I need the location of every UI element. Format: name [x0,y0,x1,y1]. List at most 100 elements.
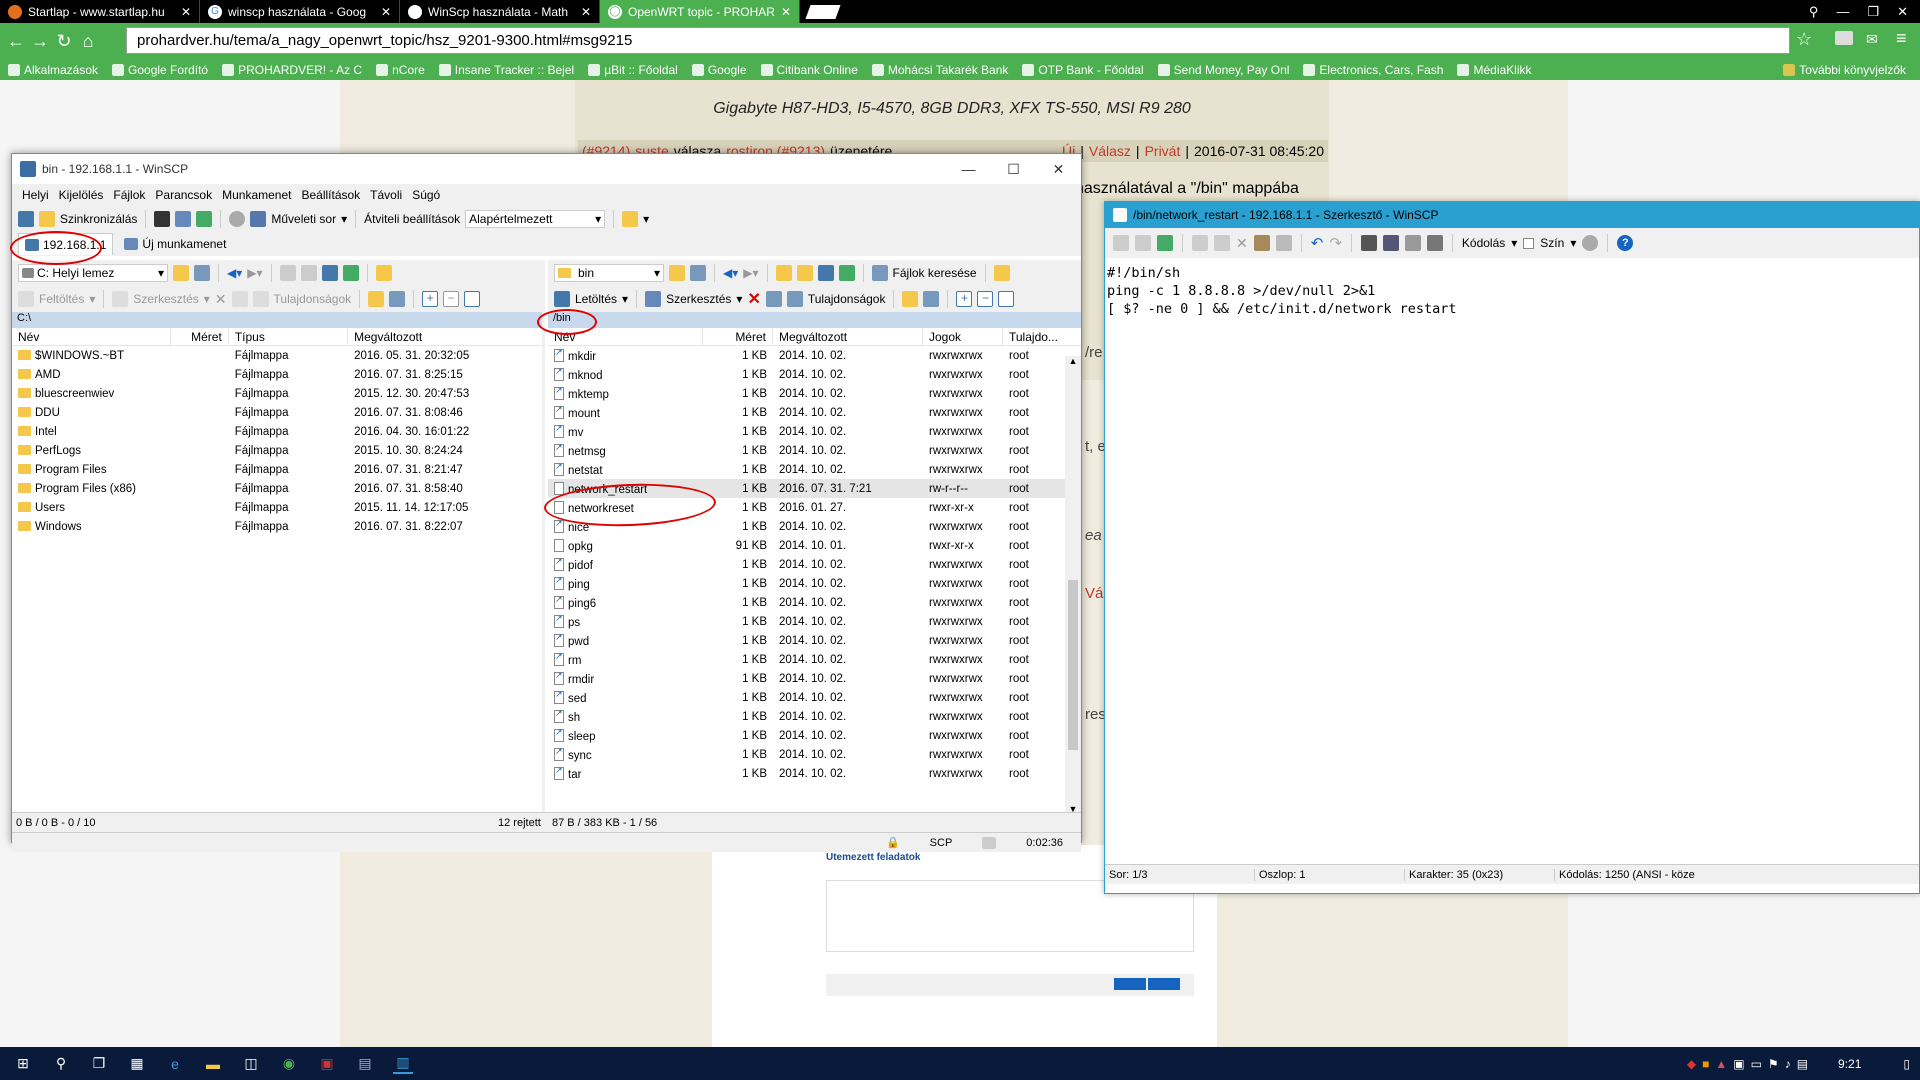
chevron-down-icon[interactable]: ▾ [341,212,347,226]
minimize-icon[interactable]: — [946,161,991,178]
editor-textarea[interactable]: #!/bin/sh ping -c 1 8.8.8.8 >/dev/null 2… [1105,258,1919,864]
file-explorer-icon[interactable]: ▬ [203,1054,223,1074]
menu-helyi[interactable]: Helyi [22,188,49,202]
windows-start-icon[interactable]: ⊞ [13,1054,33,1074]
properties-button[interactable]: Tulajdonságok [274,292,352,306]
rename-icon[interactable] [231,291,248,307]
menu-icon[interactable]: ≡ [1896,28,1907,49]
table-row[interactable]: pidof1 KB2014. 10. 02.rwxrwxrwxroot [548,555,1081,574]
table-row[interactable]: netstat1 KB2014. 10. 02.rwxrwxrwxroot [548,460,1081,479]
parent-dir-icon[interactable] [279,265,296,281]
close-window-icon[interactable]: ✕ [1897,4,1908,20]
drive-select[interactable]: C: Helyi lemez ▾ [18,264,168,282]
filter-select-icon[interactable] [464,291,481,307]
menu-tavoli[interactable]: Távoli [370,188,402,202]
new-tab-button[interactable] [805,4,841,19]
scrollbar[interactable]: ▲ ▼ [1065,356,1081,814]
table-row[interactable]: Intel Fájlmappa 2016. 04. 30. 16:01:22 [12,422,542,441]
table-row[interactable]: mktemp1 KB2014. 10. 02.rwxrwxrwxroot [548,384,1081,403]
task-view-icon[interactable]: ❐ [89,1054,109,1074]
browser-tab-math[interactable]: WinScp használata - Math ✕ [400,0,600,23]
other-bookmarks[interactable]: További könyvjelzők [1783,63,1906,77]
home-icon[interactable] [321,265,338,281]
table-row[interactable]: Program Files Fájlmappa 2016. 07. 31. 8:21… [12,460,542,479]
console-icon[interactable] [154,211,171,227]
new-session-tab[interactable]: Új munkamenet [118,233,232,255]
menu-sugo[interactable]: Súgó [412,188,440,202]
bookmark-item[interactable]: OTP Bank - Főoldal [1022,63,1144,77]
table-row[interactable]: pwd1 KB2014. 10. 02.rwxrwxrwxroot [548,631,1081,650]
back-icon[interactable]: ◀▾ [723,266,738,280]
table-row[interactable]: Windows Fájlmappa 2016. 07. 31. 8:22:07 [12,517,542,536]
table-row[interactable]: ping1 KB2014. 10. 02.rwxrwxrwxroot [548,574,1081,593]
browser-tab-google[interactable]: Gwinscp használata - Goog ✕ [200,0,400,23]
close-icon[interactable]: ✕ [581,5,591,19]
browser-tab-prohardver[interactable]: ◯ OpenWRT topic - PROHAR ✕ [600,0,800,23]
col-owner[interactable]: Tulajdo... [1003,328,1063,345]
col-size[interactable]: Méret [703,328,773,345]
reload-icon[interactable]: ↻ [52,31,76,52]
forward-icon[interactable]: → [28,31,52,52]
col-modified[interactable]: Megváltozott [773,328,923,345]
root-dir-icon[interactable] [796,265,813,281]
table-row[interactable]: mv1 KB2014. 10. 02.rwxrwxrwxroot [548,422,1081,441]
search-icon[interactable]: ⚲ [51,1054,71,1074]
calculator-icon[interactable]: ▦ [127,1054,147,1074]
home-icon[interactable] [817,265,834,281]
restore-icon[interactable]: ❐ [1867,4,1879,20]
chrome-icon[interactable]: ◉ [279,1054,299,1074]
goto-line-icon[interactable] [1426,235,1443,251]
root-dir-icon[interactable] [300,265,317,281]
col-name[interactable]: Név [12,328,172,345]
save-icon[interactable] [1113,235,1129,251]
browser-tab-startlap[interactable]: Startlap - www.startlap.hu ✕ [0,0,200,23]
filter-select-icon[interactable] [998,291,1015,307]
bookmark-item[interactable]: Mohácsi Takarék Bank [871,63,1008,77]
bookmark-item[interactable]: Send Money, Pay Onl [1157,63,1289,77]
url-input[interactable]: prohardver.hu/tema/a_nagy_openwrt_topic/… [126,27,1790,54]
bookmark-item[interactable]: Electronics, Cars, Fash [1303,63,1443,77]
app-icon[interactable]: ▣ [317,1054,337,1074]
filter-icon[interactable] [690,265,706,281]
table-row[interactable]: sleep1 KB2014. 10. 02.rwxrwxrwxroot [548,726,1081,745]
table-row[interactable]: DDU Fájlmappa 2016. 07. 31. 8:08:46 [12,403,542,422]
table-row[interactable]: Users Fájlmappa 2015. 11. 14. 12:17:05 [12,498,542,517]
transfer-icon[interactable] [622,211,639,227]
edit-button[interactable]: Szerkesztés [133,292,198,306]
select-all-icon[interactable] [1275,235,1292,251]
table-row[interactable]: opkg 91 KB 2014. 10. 01. rwxr-xr-x root [548,536,1081,555]
col-rights[interactable]: Jogok [923,328,1003,345]
new-folder-icon[interactable] [902,291,919,307]
transfer-preset-select[interactable]: Alapértelmezett ▾ [465,210,606,228]
queue-button[interactable]: Műveleti sor [271,212,336,226]
sync-icon[interactable] [39,211,55,227]
bookmark-item[interactable]: Citibank Online [760,63,858,77]
table-row[interactable]: ping61 KB2014. 10. 02.rwxrwxrwxroot [548,593,1081,612]
copy-icon[interactable] [1192,235,1208,251]
unselect-icon[interactable]: − [443,291,460,307]
find-icon[interactable] [375,265,392,281]
chevron-down-icon[interactable]: ▾ [1570,236,1576,250]
sync-button[interactable]: Szinkronizálás [60,212,137,226]
table-row[interactable]: rmdir1 KB2014. 10. 02.rwxrwxrwxroot [548,669,1081,688]
delete-icon[interactable]: ✕ [747,289,760,309]
maximize-icon[interactable]: ☐ [991,161,1036,178]
compare-dirs-icon[interactable] [18,211,34,227]
rename-icon[interactable] [765,291,782,307]
chevron-down-icon[interactable]: ▾ [1511,236,1517,250]
store-icon[interactable]: ◫ [241,1054,261,1074]
close-icon[interactable]: ✕ [781,5,791,19]
col-size[interactable]: Méret [171,328,229,345]
forward-icon[interactable]: ▶▾ [743,266,758,280]
cut-icon[interactable] [1214,235,1230,251]
bookmark-item[interactable]: MédiaKlikk [1457,63,1532,77]
color-button[interactable]: Szín [1540,236,1564,250]
close-icon[interactable]: ✕ [381,5,391,19]
remote-path[interactable]: /bin [548,312,1081,328]
table-row[interactable]: ps1 KB2014. 10. 02.rwxrwxrwxroot [548,612,1081,631]
home-icon[interactable]: ⌂ [76,31,100,52]
open-folder-icon[interactable] [173,265,189,281]
tray-icon[interactable]: ▣ [1733,1057,1744,1071]
select-icon[interactable]: + [956,291,973,307]
table-row[interactable]: netmsg1 KB2014. 10. 02.rwxrwxrwxroot [548,441,1081,460]
